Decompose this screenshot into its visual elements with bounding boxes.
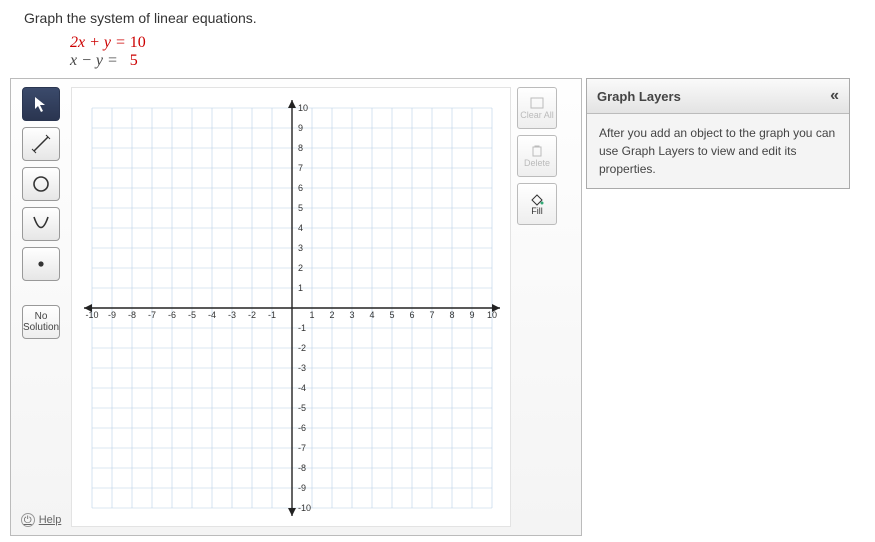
help-icon: ⏻ xyxy=(21,513,35,527)
svg-text:8: 8 xyxy=(298,143,303,153)
no-solution-button[interactable]: No Solution xyxy=(22,305,60,339)
circle-tool[interactable] xyxy=(22,167,60,201)
svg-text:1: 1 xyxy=(298,283,303,293)
svg-text:-2: -2 xyxy=(298,343,306,353)
svg-text:2: 2 xyxy=(298,263,303,273)
trash-icon xyxy=(530,144,544,158)
svg-text:-7: -7 xyxy=(298,443,306,453)
svg-text:3: 3 xyxy=(298,243,303,253)
graph-layers-hint: After you add an object to the graph you… xyxy=(587,114,849,188)
svg-text:1: 1 xyxy=(309,310,314,320)
svg-text:10: 10 xyxy=(298,103,308,113)
parabola-tool[interactable] xyxy=(22,207,60,241)
question-text: Graph the system of linear equations. xyxy=(24,10,865,26)
svg-text:9: 9 xyxy=(298,123,303,133)
line-tool[interactable] xyxy=(22,127,60,161)
svg-text:-5: -5 xyxy=(298,403,306,413)
svg-text:10: 10 xyxy=(487,310,497,320)
point-tool[interactable] xyxy=(22,247,60,281)
svg-text:-4: -4 xyxy=(298,383,306,393)
equations-block: 2x + y = 10 x − y = 5 xyxy=(70,34,865,70)
svg-text:-6: -6 xyxy=(168,310,176,320)
svg-text:-1: -1 xyxy=(268,310,276,320)
svg-text:-3: -3 xyxy=(228,310,236,320)
help-link[interactable]: ⏻ Help xyxy=(21,423,62,527)
clear-all-button[interactable]: Clear All xyxy=(517,87,557,129)
graph-layers-title: Graph Layers xyxy=(597,89,681,104)
pointer-tool[interactable] xyxy=(22,87,60,121)
svg-text:6: 6 xyxy=(409,310,414,320)
delete-button[interactable]: Delete xyxy=(517,135,557,177)
graph-canvas[interactable]: -10-9-8-7-6-5-4-3-2-112345678910-10-9-8-… xyxy=(71,87,511,527)
svg-text:3: 3 xyxy=(349,310,354,320)
clear-all-icon xyxy=(529,96,545,110)
svg-text:-7: -7 xyxy=(148,310,156,320)
svg-text:7: 7 xyxy=(298,163,303,173)
svg-text:-8: -8 xyxy=(298,463,306,473)
svg-text:-10: -10 xyxy=(85,310,98,320)
svg-text:5: 5 xyxy=(298,203,303,213)
svg-text:7: 7 xyxy=(429,310,434,320)
side-column: Clear All Delete Fill xyxy=(517,87,561,527)
svg-text:-8: -8 xyxy=(128,310,136,320)
svg-text:-9: -9 xyxy=(108,310,116,320)
fill-button[interactable]: Fill xyxy=(517,183,557,225)
svg-text:4: 4 xyxy=(298,223,303,233)
svg-text:-1: -1 xyxy=(298,323,306,333)
fill-icon xyxy=(529,192,545,206)
svg-text:-9: -9 xyxy=(298,483,306,493)
graph-layers-panel: Graph Layers « After you add an object t… xyxy=(586,78,850,189)
svg-text:5: 5 xyxy=(389,310,394,320)
svg-text:-5: -5 xyxy=(188,310,196,320)
svg-text:-3: -3 xyxy=(298,363,306,373)
svg-text:9: 9 xyxy=(469,310,474,320)
collapse-button[interactable]: « xyxy=(830,87,839,105)
svg-text:8: 8 xyxy=(449,310,454,320)
svg-text:-2: -2 xyxy=(248,310,256,320)
svg-text:6: 6 xyxy=(298,183,303,193)
svg-text:-4: -4 xyxy=(208,310,216,320)
svg-text:4: 4 xyxy=(369,310,374,320)
graph-panel: No Solution ⏻ Help -10 -9 -8 -7 -6 -5 -4 -3 -2 -1… xyxy=(10,78,582,536)
tool-column: No Solution ⏻ Help xyxy=(19,87,63,527)
svg-text:2: 2 xyxy=(329,310,334,320)
svg-text:-6: -6 xyxy=(298,423,306,433)
